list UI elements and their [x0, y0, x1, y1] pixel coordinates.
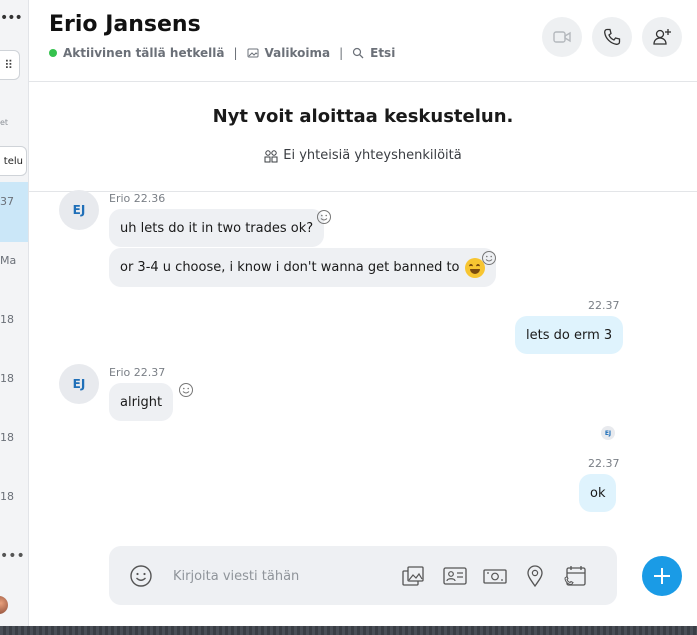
separator: | [233, 46, 238, 60]
sidebar-chat-time: 18 [0, 490, 14, 503]
message-meta: Erio 22.37 [109, 366, 165, 379]
taskbar-edge [0, 626, 697, 635]
message-text: uh lets do it in two trades ok? [120, 220, 314, 236]
sidebar-chat-time: 37 [0, 195, 14, 208]
conversation-intro-title: Nyt voit aloittaa keskustelun. [212, 106, 514, 127]
chat-header: Erio Jansens Aktiivinen tällä hetkellä |… [29, 0, 697, 82]
media-gallery-icon[interactable] [400, 563, 426, 589]
emoji-picker-icon[interactable] [129, 564, 153, 588]
message-text: alright [120, 394, 163, 410]
user-avatar[interactable] [0, 596, 8, 614]
outgoing-message[interactable]: ok [579, 474, 617, 512]
online-status-icon [49, 49, 57, 57]
separator: | [339, 46, 344, 60]
video-call-button[interactable] [542, 17, 582, 57]
incoming-message[interactable]: alright [109, 383, 174, 421]
sidebar-chat-time: 18 [0, 431, 14, 444]
contacts-icon [264, 149, 278, 162]
sender-name: Erio [109, 366, 131, 379]
add-participant-button[interactable] [642, 17, 682, 57]
add-person-icon [653, 29, 671, 45]
add-reaction-icon[interactable] [178, 382, 194, 398]
contact-card-icon[interactable] [442, 563, 468, 589]
message-meta: Erio 22.36 [109, 192, 165, 205]
sidebar-section-label: et [0, 118, 9, 127]
avatar[interactable]: EJ [59, 364, 99, 404]
sidebar-chat-time: 18 [0, 313, 14, 326]
sidebar-active-chat[interactable] [0, 182, 28, 242]
sidebar-more-icon[interactable]: ••• [0, 548, 25, 564]
avatar-initials: EJ [72, 377, 86, 391]
message-text: or 3-4 u choose, i know i don't wanna ge… [120, 260, 460, 275]
schedule-call-icon[interactable] [562, 563, 588, 589]
phone-icon [604, 28, 621, 45]
sidebar: ••• ⠿ et telu 37 Ma 18 18 18 18 ••• [0, 0, 29, 626]
dialpad-button[interactable]: ⠿ [0, 50, 20, 80]
contact-subline: Aktiivinen tällä hetkellä | Valikoima | … [49, 46, 395, 60]
location-pin-icon[interactable] [522, 563, 548, 589]
avatar[interactable]: EJ [59, 190, 99, 230]
video-camera-icon [553, 31, 571, 43]
message-composer [109, 546, 617, 605]
incoming-message[interactable]: or 3-4 u choose, i know i don't wanna ge… [109, 248, 496, 287]
search-icon [353, 47, 364, 59]
presence-status: Aktiivinen tällä hetkellä [63, 46, 225, 60]
contact-name[interactable]: Erio Jansens [49, 12, 201, 37]
message-text: lets do erm 3 [526, 327, 613, 343]
conversation-intro-subtitle: Ei yhteisiä yhteyshenkilöitä [29, 148, 697, 163]
add-attachment-button[interactable] [642, 556, 682, 596]
message-time: 22.37 [133, 366, 166, 379]
plus-icon [654, 568, 670, 584]
message-time: 22.37 [588, 299, 620, 312]
sidebar-chat-time: 18 [0, 372, 14, 385]
sidebar-tab-chats[interactable]: telu [0, 146, 27, 176]
message-time: 22.37 [588, 457, 620, 470]
add-reaction-icon[interactable] [481, 250, 497, 266]
read-receipt-avatar: EJ [601, 426, 615, 440]
message-time: 22.36 [133, 192, 166, 205]
avatar-initials: EJ [72, 203, 86, 217]
dialpad-icon: ⠿ [4, 58, 13, 72]
sender-name: Erio [109, 192, 131, 205]
gallery-link[interactable]: Valikoima [265, 46, 331, 60]
gallery-icon [247, 48, 258, 58]
sidebar-chat-time: Ma [0, 254, 17, 267]
no-mutual-contacts-text: Ei yhteisiä yhteyshenkilöitä [283, 148, 462, 163]
incoming-message[interactable]: uh lets do it in two trades ok? [109, 209, 325, 247]
chat-window: ••• ⠿ et telu 37 Ma 18 18 18 18 ••• Erio… [0, 0, 697, 635]
search-link[interactable]: Etsi [370, 46, 395, 60]
outgoing-message[interactable]: lets do erm 3 [515, 316, 624, 354]
message-input[interactable] [173, 565, 393, 587]
more-options-icon[interactable]: ••• [0, 10, 23, 26]
send-money-icon[interactable] [482, 563, 508, 589]
add-reaction-icon[interactable] [316, 209, 332, 225]
audio-call-button[interactable] [592, 17, 632, 57]
message-text: ok [590, 485, 606, 501]
